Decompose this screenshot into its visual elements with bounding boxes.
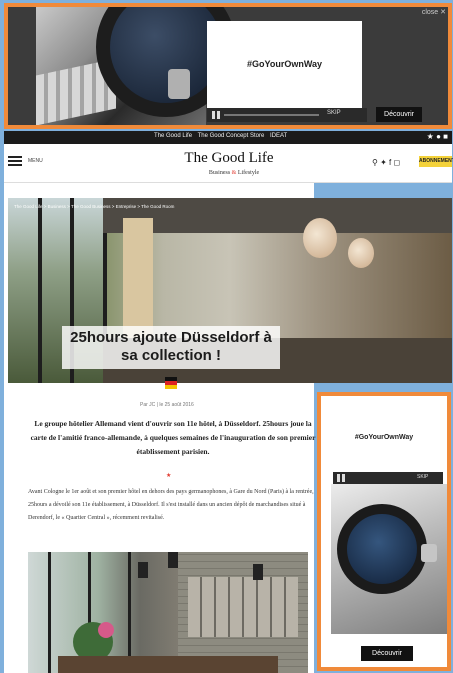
header-divider (4, 182, 452, 183)
pendant-lamp (303, 218, 337, 258)
pendant-light (168, 552, 178, 568)
site-logo-tagline: Business & Lifestyle (194, 170, 274, 176)
ad-hashtag: #GoYourOwnWay (246, 59, 322, 69)
ad-text-panel: #GoYourOwnWay (207, 21, 362, 109)
video-progress-bar[interactable] (224, 114, 319, 116)
ad-close-label: close (421, 9, 439, 16)
site-header: MENU The Good Life Business & Lifestyle … (4, 144, 453, 182)
article-headline: 25hours ajoute Düsseldorf à sa collectio… (70, 329, 272, 364)
watch-dial (337, 504, 427, 594)
cart-icon[interactable]: ■ (443, 132, 448, 141)
pendant-light (253, 564, 263, 580)
separator-star-icon: ★ (166, 473, 172, 479)
ad-skip-button[interactable]: SKIP (327, 110, 341, 116)
side-ad-skip-button[interactable]: SKIP (417, 474, 428, 480)
side-ad-hashtag: #GoYourOwnWay (354, 434, 414, 441)
flag-stripe-gold (165, 385, 177, 389)
photo-shelf (188, 577, 298, 637)
top-nav-link-ideat[interactable]: IDEAT (270, 133, 287, 139)
hamburger-menu-icon[interactable] (8, 156, 22, 166)
ad-discover-button[interactable]: Découvrir (376, 107, 422, 122)
germany-flag-icon (165, 377, 177, 389)
instagram-icon[interactable]: ◻ (394, 158, 401, 167)
menu-label[interactable]: MENU (28, 158, 43, 164)
side-ad-banner[interactable]: #GoYourOwnWay SKIP Découvrir (317, 392, 451, 671)
pause-icon[interactable] (212, 111, 220, 119)
top-nav-links: The Good Life The Good Concept Store IDE… (154, 133, 291, 139)
watch-crown (421, 544, 437, 562)
tagline-lifestyle: Lifestyle (237, 170, 260, 176)
article-photo (28, 552, 308, 673)
pendant-light (138, 562, 148, 578)
top-nav-link-tgl[interactable]: The Good Life (154, 133, 192, 139)
breadcrumb[interactable]: The Good Life > Business > The Good Busi… (14, 204, 174, 209)
side-ad-video-controls[interactable]: SKIP (333, 472, 443, 484)
twitter-icon[interactable]: ✦ (380, 158, 387, 167)
article-intro: Le groupe hôtelier Allemand vient d'ouvr… (30, 419, 316, 456)
pendant-lamp (348, 238, 374, 268)
photo-flower (98, 622, 114, 638)
top-nav-bar: The Good Life The Good Concept Store IDE… (4, 131, 452, 144)
star-icon[interactable]: ★ (427, 132, 434, 141)
header-icons: ⚲ ✦ f ◻ (372, 158, 400, 167)
top-ad-banner[interactable]: #GoYourOwnWay SKIP Découvrir close ✕ (4, 3, 452, 129)
photo-table (58, 656, 278, 673)
article-body: Avant Cologne le 1er août et son premier… (28, 489, 314, 521)
top-nav-link-concept-store[interactable]: The Good Concept Store (198, 133, 265, 139)
ad-watch-image (36, 7, 236, 125)
subscribe-button[interactable]: ABONNEMENT (419, 156, 453, 167)
window-frame (48, 552, 51, 673)
pause-icon[interactable] (337, 474, 345, 482)
hero-curtain (123, 218, 153, 338)
window-frame (38, 198, 42, 383)
site-logo[interactable]: The Good Life (174, 150, 284, 167)
tagline-business: Business (208, 170, 231, 176)
tagline-ampersand: & (231, 170, 237, 176)
search-icon[interactable]: ⚲ (372, 158, 378, 167)
side-ad-discover-button[interactable]: Découvrir (361, 646, 413, 661)
facebook-icon[interactable]: f (389, 158, 391, 167)
article-byline: Par JC | le 25 août 2016 (140, 402, 194, 408)
ad-close-button[interactable]: close ✕ (422, 8, 446, 16)
ad-video-controls[interactable]: SKIP (207, 108, 367, 122)
user-icon[interactable]: ● (436, 132, 441, 141)
window-frame (128, 552, 131, 673)
watch-crown (168, 69, 190, 99)
top-nav-icons: ★ ● ■ (427, 132, 448, 141)
